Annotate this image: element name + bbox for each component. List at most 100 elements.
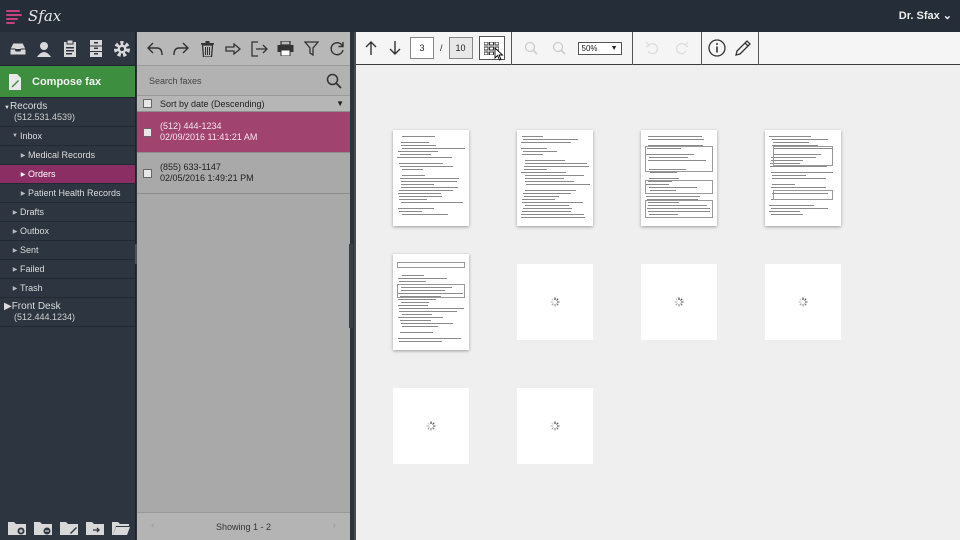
page-thumbnail[interactable]: [393, 130, 469, 226]
move-folder-icon[interactable]: [86, 520, 104, 535]
move-icon[interactable]: [223, 39, 243, 59]
fax-checkbox[interactable]: [143, 168, 152, 178]
annotate-pencil-icon[interactable]: [734, 39, 752, 57]
document-text-line: [399, 341, 442, 342]
page-thumbnail-loading[interactable]: [393, 388, 469, 464]
document-text-line: [401, 323, 453, 324]
edit-folder-icon[interactable]: [60, 520, 78, 535]
sidebar-item-trash[interactable]: ▶ Trash: [0, 279, 135, 298]
reply-icon[interactable]: [145, 39, 165, 59]
rotate-left-icon[interactable]: [643, 39, 661, 57]
account-records[interactable]: ▼Records (512.531.4539): [0, 98, 135, 127]
fax-list-item[interactable]: (855) 633-1147 02/05/2016 1:49:21 PM: [137, 153, 350, 194]
page-thumbnail[interactable]: [393, 254, 469, 350]
document-text-line: [772, 184, 795, 185]
open-folder-icon[interactable]: [112, 520, 130, 535]
user-menu[interactable]: Dr. Sfax ⌄: [899, 9, 952, 22]
page-thumbnail-loading[interactable]: [641, 264, 717, 340]
sort-bar[interactable]: Sort by date (Descending) ▼: [137, 96, 350, 112]
document-text-line: [402, 169, 423, 170]
sidebar-item-orders[interactable]: ▶ Orders: [0, 165, 135, 184]
sort-dropdown-icon[interactable]: ▼: [336, 99, 344, 108]
page-thumbnail-loading[interactable]: [517, 388, 593, 464]
sidebar-item-drafts[interactable]: ▶ Drafts: [0, 203, 135, 222]
document-text-line: [402, 136, 435, 137]
inbox-icon[interactable]: [8, 39, 28, 59]
contacts-icon[interactable]: [34, 39, 54, 59]
document-text-line: [523, 151, 557, 152]
prev-page-icon[interactable]: ‹: [151, 520, 154, 531]
document-text-line: [401, 142, 429, 143]
page-thumbnail[interactable]: [641, 130, 717, 226]
trash-icon[interactable]: [197, 39, 217, 59]
document-text-line: [523, 139, 578, 140]
remove-folder-icon[interactable]: [34, 520, 52, 535]
account-front-desk[interactable]: ▶Front Desk (512.444.1234): [0, 298, 135, 327]
document-text-line: [399, 281, 426, 282]
fax-list-item[interactable]: (512) 444-1234 02/09/2016 11:41:21 AM: [137, 112, 350, 153]
page-thumbnail-loading[interactable]: [517, 264, 593, 340]
search-input[interactable]: [149, 75, 326, 86]
document-text-line: [399, 190, 453, 191]
compose-fax-button[interactable]: Compose fax: [0, 66, 135, 98]
document-text-line: [398, 151, 438, 152]
inbox-label: Inbox: [20, 131, 43, 141]
document-text-line: [402, 175, 425, 176]
page-thumbnail[interactable]: [517, 130, 593, 226]
filter-icon[interactable]: [301, 39, 321, 59]
sidebar-item-failed[interactable]: ▶ Failed: [0, 260, 135, 279]
sidebar-item-outbox[interactable]: ▶ Outbox: [0, 222, 135, 241]
sfax-logo: Sfax: [6, 5, 61, 27]
document-form-box: [645, 200, 713, 218]
document-text-line: [398, 278, 447, 279]
new-folder-icon[interactable]: [8, 520, 26, 535]
document-text-line: [522, 211, 571, 212]
document-text-line: [525, 205, 569, 206]
cabinet-icon[interactable]: [86, 39, 106, 59]
page-thumbnail-loading[interactable]: [765, 264, 841, 340]
thumbnail-grid-button[interactable]: [478, 36, 505, 61]
zoom-out-icon[interactable]: [550, 39, 568, 57]
arrow-down-icon[interactable]: [386, 39, 404, 57]
fax-date: 02/09/2016 11:41:21 AM: [160, 132, 258, 142]
clipboard-icon[interactable]: [60, 39, 80, 59]
caret-right-icon: ▶: [20, 152, 26, 159]
top-bar: Sfax Dr. Sfax ⌄: [0, 0, 960, 32]
page-thumbnail[interactable]: [765, 130, 841, 226]
forward-icon[interactable]: [171, 39, 191, 59]
document-text-line: [401, 202, 463, 203]
zoom-in-icon[interactable]: [522, 39, 540, 57]
fax-checkbox[interactable]: [143, 127, 152, 137]
sidebar-item-medical-records[interactable]: ▶ Medical Records: [0, 146, 135, 165]
sidebar-item-patient-health-records[interactable]: ▶ Patient Health Records: [0, 184, 135, 203]
rotate-right-icon[interactable]: [673, 39, 691, 57]
loading-spinner-icon: [550, 421, 560, 431]
sidebar-item-sent[interactable]: ▶ Sent: [0, 241, 135, 260]
zoom-select[interactable]: 50% ▼: [577, 41, 622, 55]
document-text-line: [521, 217, 585, 218]
folder-actions: [0, 514, 135, 540]
document-text-line: [401, 181, 457, 182]
search-icon[interactable]: [326, 73, 342, 89]
settings-icon[interactable]: [112, 39, 132, 59]
print-icon[interactable]: [275, 39, 295, 59]
arrow-up-icon[interactable]: [362, 39, 380, 57]
loading-spinner-icon: [550, 297, 560, 307]
info-icon[interactable]: [707, 39, 726, 57]
document-text-line: [400, 154, 431, 155]
document-form-box: [397, 262, 465, 268]
next-page-icon[interactable]: ›: [333, 520, 336, 531]
document-text-line: [398, 208, 434, 209]
sidebar-item-inbox[interactable]: ▼ Inbox: [0, 127, 135, 146]
document-text-line: [525, 190, 576, 191]
list-splitter[interactable]: [349, 244, 353, 328]
document-text-line: [400, 178, 459, 179]
refresh-icon[interactable]: [327, 39, 347, 59]
document-text-line: [769, 211, 800, 212]
document-text-line: [524, 169, 547, 170]
document-text-line: [401, 302, 429, 303]
document-text-line: [402, 275, 424, 276]
export-icon[interactable]: [249, 39, 269, 59]
select-all-checkbox[interactable]: [143, 99, 152, 108]
page-number-input[interactable]: 3: [410, 37, 434, 59]
